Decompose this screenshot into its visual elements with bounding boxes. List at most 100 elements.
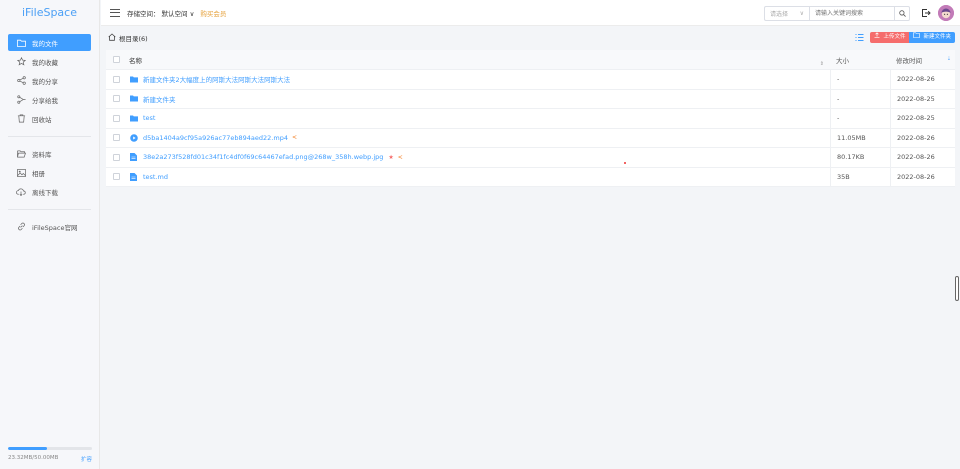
column-header-size[interactable]: 大小 — [830, 50, 890, 69]
sidebar-item-library[interactable]: 资料库 — [8, 145, 91, 162]
list-view-icon[interactable] — [855, 33, 864, 42]
file-size: - — [830, 109, 890, 128]
row-checkbox[interactable] — [113, 75, 120, 83]
sidebar-item-label: 我的文件 — [32, 39, 58, 48]
file-modified-time: 2022-08-25 — [890, 109, 955, 128]
user-avatar[interactable] — [938, 5, 954, 21]
sidebar-item-trash[interactable]: 回收站 — [8, 110, 91, 127]
star-icon — [16, 57, 26, 67]
folder-open-icon — [16, 149, 26, 159]
share-icon — [16, 76, 26, 86]
shared-icon: < — [291, 134, 297, 142]
storage-progress-bar — [8, 447, 92, 450]
file-table: 名称 ⇕ 大小 修改时间 ⇣ 新建文件夹2大幅度上的阿斯大法阿斯大法阿斯大法 -… — [106, 50, 955, 187]
chevron-down-icon: ∨ — [799, 9, 804, 17]
file-name-link[interactable]: 新建文件夹2大幅度上的阿斯大法阿斯大法阿斯大法 — [143, 74, 290, 84]
shared-icon: < — [397, 153, 403, 161]
folder-icon — [16, 38, 26, 48]
column-size-label: 大小 — [836, 56, 849, 65]
share-received-icon — [16, 95, 26, 105]
table-row[interactable]: d5ba1404a9cf95a926ac77eb894aed22.mp4 < 1… — [106, 128, 955, 148]
row-name-cell: 38e2a273f528fd01c34f1fc4df0f69c64467efad… — [129, 153, 830, 164]
sidebar-item-my-files[interactable]: 我的文件 — [8, 34, 91, 51]
sidebar-nav: 我的文件 我的收藏 我的分享 分享给我 回收站 资料库 相册 离线下载 iFil… — [0, 26, 99, 235]
folder-icon — [129, 94, 138, 103]
row-checkbox[interactable] — [113, 95, 120, 103]
sort-desc-icon: ⇣ — [946, 56, 951, 62]
sidebar-item-favorites[interactable]: 我的收藏 — [8, 53, 91, 70]
column-header-time[interactable]: 修改时间 ⇣ — [890, 50, 955, 69]
row-check-cell — [106, 173, 129, 181]
sidebar-item-my-shares[interactable]: 我的分享 — [8, 72, 91, 89]
file-name-link[interactable]: 38e2a273f528fd01c34f1fc4df0f69c64467efad… — [143, 153, 383, 161]
file-name-link[interactable]: 新建文件夹 — [143, 94, 176, 104]
sidebar-item-offline-download[interactable]: 离线下载 — [8, 183, 91, 200]
scrollbar-handle[interactable] — [955, 276, 959, 301]
row-check-cell — [106, 95, 129, 103]
file-toolbar: 根目录(6) 上传文件 新建文件夹 — [101, 26, 960, 50]
sidebar-item-label: 分享给我 — [32, 96, 58, 105]
search-type-select[interactable]: 请选择 ∨ — [764, 5, 809, 21]
row-name-cell: 新建文件夹2大幅度上的阿斯大法阿斯大法阿斯大法 — [129, 74, 830, 84]
row-name-cell: test — [129, 114, 830, 123]
file-name-link[interactable]: test.md — [143, 173, 168, 181]
space-label: 存储空间： — [127, 9, 160, 18]
row-checkbox[interactable] — [113, 153, 120, 161]
starred-icon: ★ — [388, 153, 394, 161]
sidebar-item-label: 我的收藏 — [32, 58, 58, 67]
top-header: 存储空间： 默认空间 ∨ 购买会员 请选择 ∨ — [101, 0, 960, 26]
table-row[interactable]: test.md 35B 2022-08-26 — [106, 167, 955, 187]
folder-icon — [129, 75, 138, 84]
file-size: - — [830, 89, 890, 108]
table-row[interactable]: 38e2a273f528fd01c34f1fc4df0f69c64467efad… — [106, 148, 955, 168]
main-content: 根目录(6) 上传文件 新建文件夹 名称 ⇕ 大小 修改时间 ⇣ 新建文件夹2大… — [101, 26, 960, 469]
table-row[interactable]: 新建文件夹 - 2022-08-25 — [106, 89, 955, 109]
upload-file-label: 上传文件 — [883, 34, 906, 40]
sidebar-item-album[interactable]: 相册 — [8, 164, 91, 181]
row-checkbox[interactable] — [113, 134, 120, 142]
storage-progress-fill — [8, 447, 48, 450]
storage-usage: 23.32MB/50.00MB 扩容 — [8, 447, 92, 463]
file-name-link[interactable]: test — [143, 114, 155, 122]
select-all-cell — [106, 56, 129, 63]
search-button[interactable] — [895, 5, 910, 21]
avatar-image — [938, 5, 954, 21]
breadcrumb[interactable]: 根目录(6) — [108, 33, 148, 43]
expand-storage-link[interactable]: 扩容 — [81, 455, 92, 463]
row-check-cell — [106, 153, 129, 161]
column-header-name[interactable]: 名称 ⇕ — [129, 55, 830, 67]
file-modified-time: 2022-08-26 — [890, 167, 955, 186]
logout-button[interactable] — [920, 7, 932, 19]
search-icon — [898, 9, 906, 17]
sidebar-divider — [8, 136, 91, 137]
new-folder-button[interactable]: 新建文件夹 — [909, 32, 955, 43]
header-actions: 请选择 ∨ — [764, 5, 954, 21]
sidebar-item-official-site[interactable]: iFileSpace官网 — [8, 218, 91, 235]
sidebar-item-label: 资料库 — [32, 150, 52, 159]
toolbar-actions: 上传文件 新建文件夹 — [855, 32, 955, 43]
table-row[interactable]: 新建文件夹2大幅度上的阿斯大法阿斯大法阿斯大法 - 2022-08-26 — [106, 70, 955, 90]
image-icon — [16, 168, 26, 178]
row-checkbox[interactable] — [113, 114, 120, 122]
table-row[interactable]: test - 2022-08-25 — [106, 109, 955, 129]
sidebar-item-label: iFileSpace官网 — [32, 223, 78, 232]
file-name-link[interactable]: d5ba1404a9cf95a926ac77eb894aed22.mp4 — [143, 134, 288, 142]
file-size: 35B — [830, 167, 890, 186]
app-root: iFileSpace 我的文件 我的收藏 我的分享 分享给我 回收站 资料库 相… — [0, 0, 960, 469]
search-input[interactable] — [809, 5, 895, 21]
select-all-checkbox[interactable] — [113, 56, 120, 63]
space-dropdown[interactable]: 默认空间 ∨ — [162, 8, 195, 18]
sidebar-item-label: 我的分享 — [32, 77, 58, 86]
link-icon — [16, 222, 26, 232]
file-icon — [129, 172, 138, 181]
search-type-placeholder: 请选择 — [770, 10, 789, 18]
upload-file-button[interactable]: 上传文件 — [870, 32, 910, 43]
row-check-cell — [106, 134, 129, 142]
buy-vip-link[interactable]: 购买会员 — [200, 8, 226, 18]
collapse-menu-icon[interactable] — [110, 8, 120, 17]
sidebar-item-shared-with-me[interactable]: 分享给我 — [8, 91, 91, 108]
sidebar-item-label: 回收站 — [32, 115, 52, 124]
breadcrumb-root: 根目录(6) — [119, 35, 148, 43]
app-logo[interactable]: iFileSpace — [0, 0, 99, 26]
row-checkbox[interactable] — [113, 173, 120, 181]
